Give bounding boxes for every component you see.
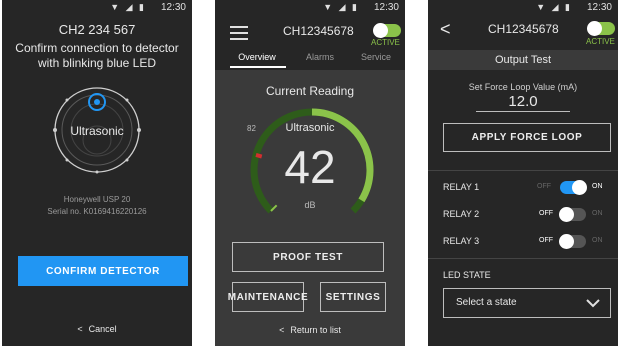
tab-indicator xyxy=(230,66,286,68)
serial-text: Serial no. K0169416220126 xyxy=(47,207,147,216)
back-icon[interactable]: < xyxy=(440,19,451,40)
settings-button[interactable]: SETTINGS xyxy=(320,282,386,312)
status-icons: ▼ ◢ ▮ xyxy=(536,2,572,12)
gauge-value: 42 xyxy=(284,141,336,193)
device-id: CH2 234 567 xyxy=(58,22,136,37)
active-toggle[interactable] xyxy=(587,21,615,36)
force-loop-label: Set Force Loop Value (mA) xyxy=(468,82,578,92)
screen-output-test: ▼ ◢ ▮ 12:30 < CH12345678 ACTIVE Output T… xyxy=(428,0,618,346)
relay-2-off-label: OFF xyxy=(539,210,553,217)
gauge-unit: dB xyxy=(304,200,316,210)
relay-3-toggle[interactable] xyxy=(559,234,586,249)
divider xyxy=(428,258,618,259)
detector-label: Ultrasonic xyxy=(70,124,124,138)
relay-1-on-label: ON xyxy=(592,183,603,190)
relay-2-toggle[interactable] xyxy=(559,207,586,222)
relay-1-off-label: OFF xyxy=(537,183,551,190)
return-link[interactable]: < Return to list xyxy=(215,325,405,335)
active-badge: ACTIVE xyxy=(371,38,400,47)
divider xyxy=(428,170,618,171)
screen-confirm-detector: ▼ ◢ ▮ 12:30 CH2 234 567 Confirm connecti… xyxy=(2,0,192,346)
led-state-value: Select a state xyxy=(456,297,517,308)
relay-2-on-label: ON xyxy=(592,210,603,217)
status-time: 12:30 xyxy=(160,2,186,13)
tab-service[interactable]: Service xyxy=(351,52,401,62)
gauge-label: Ultrasonic xyxy=(285,122,335,134)
model-text: Honeywell USP 20 xyxy=(63,195,131,204)
cancel-label: Cancel xyxy=(88,324,117,334)
section-title: Current Reading xyxy=(265,84,355,98)
device-id: CH12345678 xyxy=(488,22,559,36)
status-time: 12:30 xyxy=(586,2,612,13)
status-icons: ▼ ◢ ▮ xyxy=(110,2,146,12)
confirm-detector-button[interactable]: CONFIRM DETECTOR xyxy=(18,256,188,286)
chevron-down-icon xyxy=(586,299,600,308)
status-bar: ▼ ◢ ▮ 12:30 xyxy=(428,0,618,16)
apply-force-loop-button[interactable]: APPLY FORCE LOOP xyxy=(443,123,611,152)
device-id: CH12345678 xyxy=(283,24,354,38)
status-icons: ▼ ◢ ▮ xyxy=(323,2,359,12)
relay-1-toggle[interactable] xyxy=(560,180,587,195)
relay-1-label: RELAY 1 xyxy=(443,182,480,192)
maintenance-button[interactable]: MAINTENANCE xyxy=(228,282,308,312)
menu-icon[interactable] xyxy=(230,26,248,44)
chevron-left-icon: < xyxy=(77,324,83,334)
return-label: Return to list xyxy=(290,325,341,335)
status-bar: ▼ ◢ ▮ 12:30 xyxy=(215,0,405,16)
tab-overview[interactable]: Overview xyxy=(227,52,287,62)
instruction-text: Confirm connection to detector with blin… xyxy=(15,41,179,70)
cancel-link[interactable]: < Cancel xyxy=(2,324,192,334)
chevron-left-icon: < xyxy=(279,325,285,335)
active-badge: ACTIVE xyxy=(586,37,615,46)
proof-test-button[interactable]: PROOF TEST xyxy=(232,242,384,272)
relay-3-label: RELAY 3 xyxy=(443,236,480,246)
relay-3-off-label: OFF xyxy=(539,237,553,244)
led-state-label: LED STATE xyxy=(443,270,491,280)
page-title: Output Test xyxy=(494,54,552,66)
led-state-select[interactable]: Select a state xyxy=(443,288,611,318)
status-time: 12:30 xyxy=(373,2,399,13)
tab-alarms[interactable]: Alarms xyxy=(295,52,345,62)
relay-2-label: RELAY 2 xyxy=(443,209,480,219)
force-loop-underline xyxy=(476,111,570,112)
status-bar: ▼ ◢ ▮ 12:30 xyxy=(2,0,192,16)
force-loop-value[interactable]: 12.0 xyxy=(428,93,618,110)
relay-3-on-label: ON xyxy=(592,237,603,244)
screen-overview: ▼ ◢ ▮ 12:30 CH12345678 ACTIVE Overview A… xyxy=(215,0,405,346)
active-toggle[interactable] xyxy=(373,23,401,38)
